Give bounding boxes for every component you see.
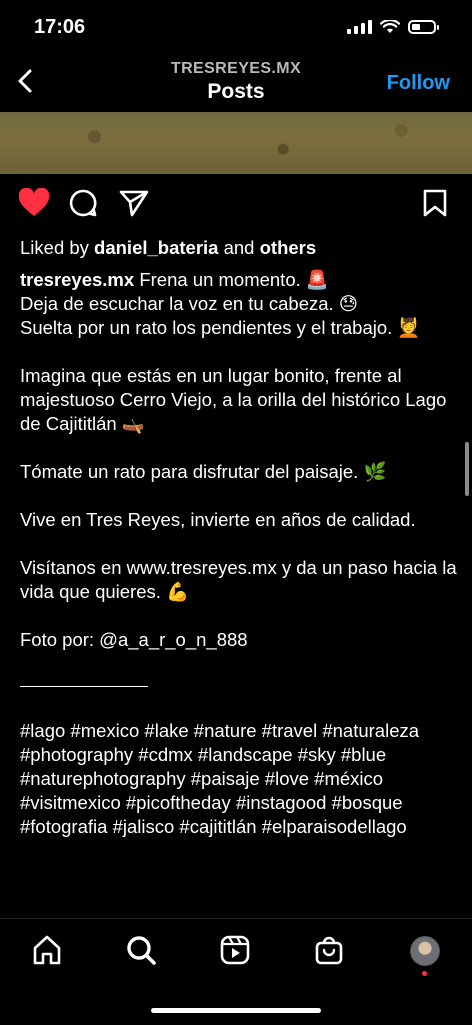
likes-others-link[interactable]: others [260,237,317,258]
caption-paragraph-5: Visítanos en www.tresreyes.mx y da un pa… [20,557,457,602]
post-caption: Liked by daniel_bateria and others tresr… [20,236,460,839]
caption-photo-credit: Foto por: @a_a_r_o_n_888 [20,629,248,650]
send-icon[interactable] [118,188,150,218]
post-image[interactable] [0,112,472,174]
bookmark-icon[interactable] [422,188,448,218]
likes-prefix: Liked by [20,237,95,258]
notification-dot [422,971,427,976]
wifi-icon [380,20,400,33]
heart-filled-icon[interactable] [18,188,50,218]
home-indicator [151,1008,321,1013]
cellular-signal-icon [347,20,372,34]
caption-line-1: Frena un momento. 🚨 [139,269,329,290]
scrollbar[interactable] [465,442,469,496]
posts-header: TRESREYES.MX Posts Follow [0,52,472,112]
shop-icon[interactable] [312,933,346,967]
caption-paragraph-4: Vive en Tres Reyes, invierte en años de … [20,509,416,530]
status-time: 17:06 [34,16,86,38]
status-bar: 17:06 [0,0,472,52]
status-icons [347,20,439,34]
caption-line-3: Suelta por un rato los pendientes y el t… [20,317,421,338]
reels-icon[interactable] [218,933,252,967]
search-icon[interactable] [124,933,158,967]
caption-divider [20,686,148,687]
caption-author-link[interactable]: tresreyes.mx [20,269,134,290]
caption-paragraph-3: Tómate un rato para disfrutar del paisaj… [20,461,387,482]
caption-line-2: Deja de escuchar la voz en tu cabeza. 😓 [20,293,359,314]
likes-summary: Liked by daniel_bateria and others [20,236,460,260]
caption-hashtags[interactable]: #lago #mexico #lake #nature #travel #nat… [20,719,460,839]
comment-icon[interactable] [68,188,98,218]
follow-button[interactable]: Follow [387,72,450,95]
battery-icon [408,20,439,34]
home-icon[interactable] [30,933,64,967]
caption-first-line: tresreyes.mx Frena un momento. 🚨 [20,268,460,292]
likes-middle: and [218,237,260,258]
liked-by-user-link[interactable]: daniel_bateria [94,237,218,258]
profile-avatar[interactable] [410,936,440,966]
post-actions [0,184,472,228]
caption-paragraph-2: Imagina que estás en un lugar bonito, fr… [20,365,447,434]
